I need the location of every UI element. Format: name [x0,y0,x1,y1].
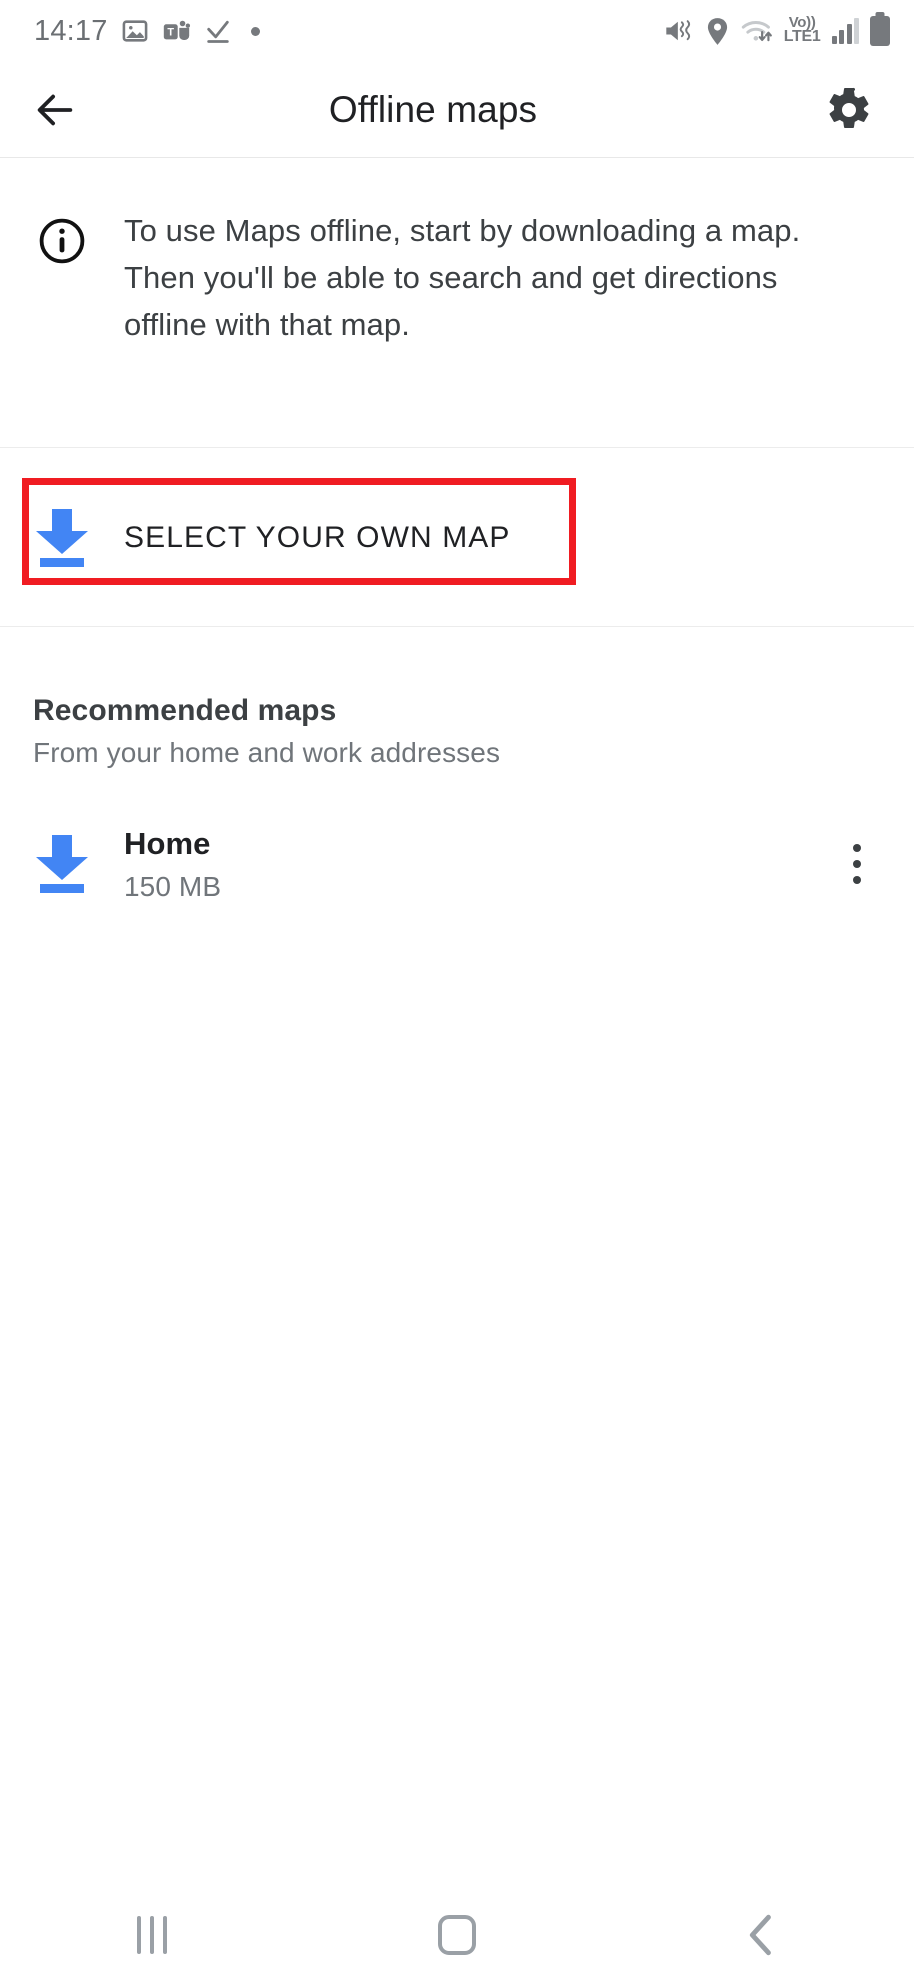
back-button[interactable] [0,87,110,133]
battery-icon [870,16,890,46]
map-meta: Home 150 MB [124,826,822,903]
checkmark-icon [204,17,232,45]
download-icon [36,508,88,567]
location-pin-icon [705,17,730,46]
dot-indicator-icon [250,26,260,36]
recents-button[interactable] [0,1916,305,1954]
map-name: Home [124,825,211,861]
svg-text:T: T [167,26,174,38]
recents-icon [137,1916,168,1954]
volte-icon: Vo)) LTE1 [783,14,821,45]
page-title: Offline maps [328,88,538,130]
info-icon [39,218,85,264]
back-arrow-icon [37,94,73,125]
gallery-icon [121,17,149,45]
info-icon-wrap [0,207,124,447]
home-icon [438,1915,476,1955]
status-bar-right: Vo)) LTE1 [664,14,890,46]
mute-vibrate-icon [664,17,694,45]
map-size: 150 MB [124,870,222,902]
chevron-left-icon [749,1914,771,1956]
gear-icon [829,87,869,128]
select-your-own-map-label: SELECT YOUR OWN MAP [124,520,511,554]
nav-back-button[interactable] [609,1914,914,1956]
recommended-maps-subtitle: From your home and work addresses [33,737,501,768]
teams-icon: T [162,17,191,46]
status-bar-left: 14:17 T [34,15,260,48]
recommended-maps-section: Recommended maps From your home and work… [0,628,914,919]
offline-maps-screen: 14:17 T Vo)) LTE1 Offline maps To use Ma… [0,0,914,1980]
info-banner: To use Maps offline, start by downloadin… [0,159,914,448]
map-download-icon-wrap[interactable] [0,835,124,893]
wifi-data-icon [741,17,773,45]
list-item[interactable]: Home 150 MB [0,809,914,919]
system-nav-bar [0,1890,914,1980]
status-bar: 14:17 T Vo)) LTE1 [0,0,914,62]
select-your-own-map-button[interactable]: SELECT YOUR OWN MAP [0,449,914,627]
info-text: To use Maps offline, start by downloadin… [124,213,801,342]
download-icon [36,835,88,893]
home-button[interactable] [305,1915,610,1955]
more-options-icon[interactable] [822,844,892,884]
recommended-maps-title: Recommended maps [33,694,337,727]
settings-button[interactable] [784,86,914,134]
status-time: 14:17 [34,14,108,47]
select-map-icon-wrap [0,508,124,567]
signal-bars-icon [831,18,859,44]
app-bar: Offline maps [0,62,914,158]
